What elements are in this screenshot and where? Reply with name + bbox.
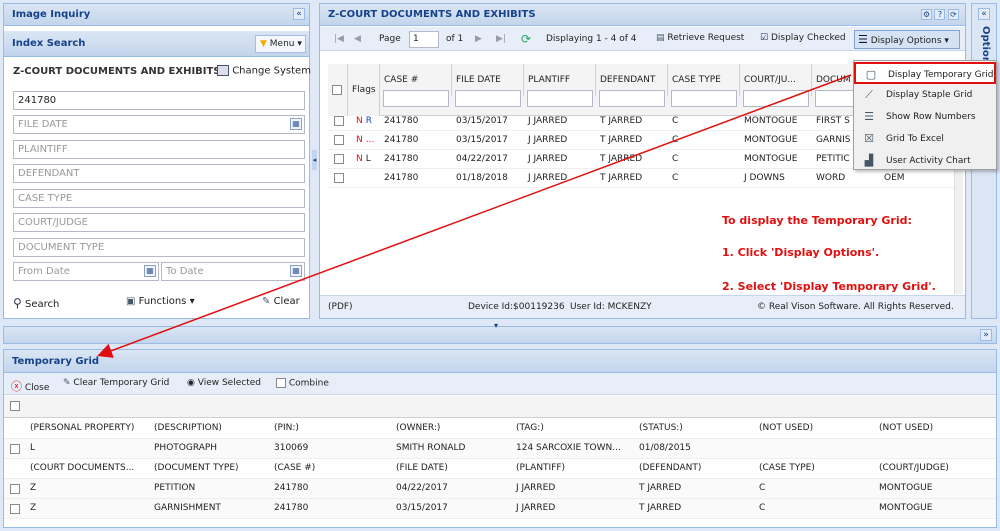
annotation-arrow bbox=[97, 74, 852, 358]
